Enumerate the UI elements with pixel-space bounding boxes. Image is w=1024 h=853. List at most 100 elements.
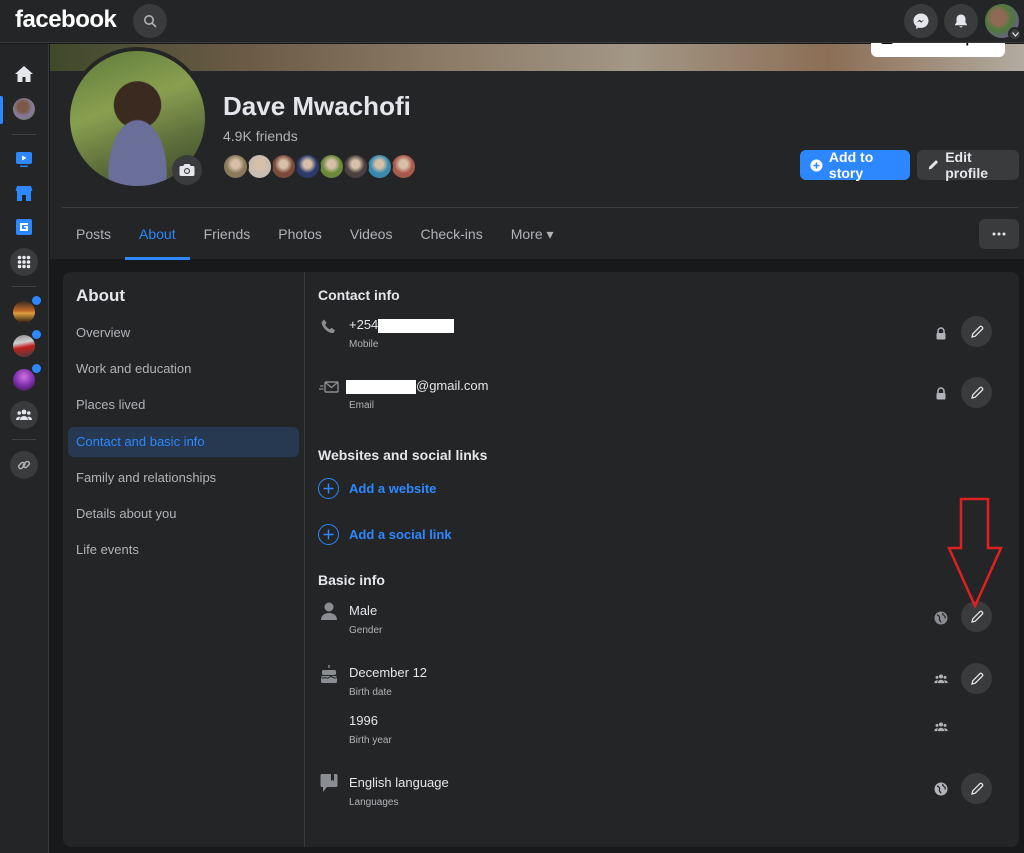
tab-videos[interactable]: Videos	[336, 222, 407, 246]
pencil-icon	[970, 672, 983, 685]
card-divider	[304, 272, 305, 847]
friends-count[interactable]: 4.9K friends	[223, 128, 298, 144]
plus-circle-icon	[810, 158, 823, 172]
facebook-logo[interactable]: facebook	[15, 6, 117, 34]
chevron-down-icon[interactable]	[1008, 27, 1022, 41]
language-label: Languages	[349, 797, 399, 808]
tab-friends[interactable]: Friends	[190, 222, 265, 246]
friend-avatar[interactable]	[222, 153, 249, 180]
friend-avatar[interactable]	[294, 153, 321, 180]
about-nav-life-events[interactable]: Life events	[68, 535, 299, 565]
update-profile-picture-button[interactable]	[172, 155, 202, 185]
about-heading: About	[76, 286, 126, 305]
globe-icon[interactable]	[933, 610, 949, 626]
pencil-icon	[970, 386, 983, 399]
friends-audience-icon[interactable]	[933, 671, 949, 687]
tab-check-ins[interactable]: Check-ins	[406, 222, 496, 246]
link-icon	[17, 460, 31, 470]
friend-avatar[interactable]	[318, 153, 345, 180]
edit-phone-button[interactable]	[961, 316, 992, 347]
tab-posts[interactable]: Posts	[62, 222, 125, 246]
about-nav-places-lived[interactable]: Places lived	[68, 390, 299, 420]
globe-icon[interactable]	[933, 781, 949, 797]
rail-game-dirt[interactable]	[11, 296, 41, 325]
messenger-button[interactable]	[904, 4, 938, 38]
rail-marketplace[interactable]	[11, 180, 37, 206]
about-nav-work-education[interactable]: Work and education	[68, 354, 299, 384]
edit-language-button[interactable]	[961, 773, 992, 804]
add-to-story-button[interactable]: Add to story	[800, 149, 910, 181]
account-avatar[interactable]	[985, 4, 1022, 41]
header-divider	[62, 207, 1018, 208]
rail-profile[interactable]	[11, 96, 37, 122]
tab-more[interactable]: More ▾	[497, 222, 568, 246]
notification-badge	[32, 296, 41, 305]
game-thumbnail	[13, 369, 35, 391]
email-icon	[318, 376, 340, 398]
about-nav-overview[interactable]: Overview	[68, 318, 299, 348]
rail-active-indicator	[0, 96, 3, 124]
lock-icon[interactable]	[933, 385, 949, 401]
basic-info-heading: Basic info	[318, 572, 385, 588]
friend-avatar[interactable]	[246, 153, 273, 180]
profile-tabs: Posts About Friends Photos Videos Check-…	[62, 222, 568, 260]
top-navigation-bar: facebook	[0, 0, 1024, 43]
birth-date-label: Birth date	[349, 687, 392, 698]
birthday-cake-icon	[318, 663, 340, 685]
left-shortcut-rail	[0, 44, 49, 853]
game-thumbnail	[13, 301, 35, 323]
birth-year-label: Birth year	[349, 735, 392, 746]
redacted-block	[346, 379, 416, 394]
friend-avatar[interactable]	[390, 153, 417, 180]
game-thumbnail	[13, 335, 35, 357]
marketplace-icon	[15, 185, 33, 201]
pencil-icon	[970, 325, 983, 338]
about-nav-contact-basic-info[interactable]: Contact and basic info	[68, 427, 299, 457]
friends-audience-icon[interactable]	[933, 719, 949, 735]
friend-avatars	[222, 153, 417, 180]
edit-profile-button[interactable]: Edit profile	[917, 149, 1019, 181]
about-nav-details-about-you[interactable]: Details about you	[68, 499, 299, 529]
phone-label: Mobile	[349, 339, 379, 350]
friend-avatar[interactable]	[270, 153, 297, 180]
rail-gaming[interactable]	[11, 214, 37, 240]
camera-icon	[179, 164, 195, 176]
tab-photos[interactable]: Photos	[264, 222, 336, 246]
notifications-button[interactable]	[944, 4, 978, 38]
rail-game-purple[interactable]	[11, 364, 41, 393]
rail-home[interactable]	[11, 61, 37, 87]
red-arrow-annotation	[947, 497, 1003, 610]
avatar	[13, 98, 35, 120]
websites-heading: Websites and social links	[318, 447, 488, 463]
edit-birth-date-button[interactable]	[961, 663, 992, 694]
phone-icon	[318, 316, 340, 338]
about-nav-family-relationships[interactable]: Family and relationships	[68, 463, 299, 493]
friend-avatar[interactable]	[366, 153, 393, 180]
more-options-button[interactable]	[979, 219, 1019, 249]
rail-divider	[12, 439, 36, 440]
search-button[interactable]	[133, 4, 167, 38]
lock-icon[interactable]	[933, 325, 949, 341]
gaming-icon	[16, 219, 32, 235]
rail-watch[interactable]	[11, 146, 37, 172]
friend-avatar[interactable]	[342, 153, 369, 180]
tab-about[interactable]: About	[125, 222, 190, 260]
phone-value: +254	[349, 317, 455, 333]
birth-date-value: December 12	[349, 665, 428, 680]
bell-icon	[955, 14, 967, 28]
add-social-link[interactable]: Add a social link	[318, 524, 452, 545]
rail-all-apps[interactable]	[10, 248, 38, 276]
rail-game-racing[interactable]	[11, 330, 41, 359]
person-icon	[318, 600, 340, 622]
rail-divider	[12, 286, 36, 287]
grid-icon	[17, 255, 31, 269]
rail-groups[interactable]	[10, 401, 38, 429]
edit-email-button[interactable]	[961, 377, 992, 408]
pencil-icon	[970, 782, 983, 795]
language-value: English language	[349, 775, 449, 790]
add-website-link[interactable]: Add a website	[318, 478, 436, 499]
rail-link[interactable]	[10, 451, 38, 479]
plus-circle-icon	[318, 478, 339, 499]
contact-info-heading: Contact info	[318, 287, 400, 303]
plus-circle-icon	[318, 524, 339, 545]
